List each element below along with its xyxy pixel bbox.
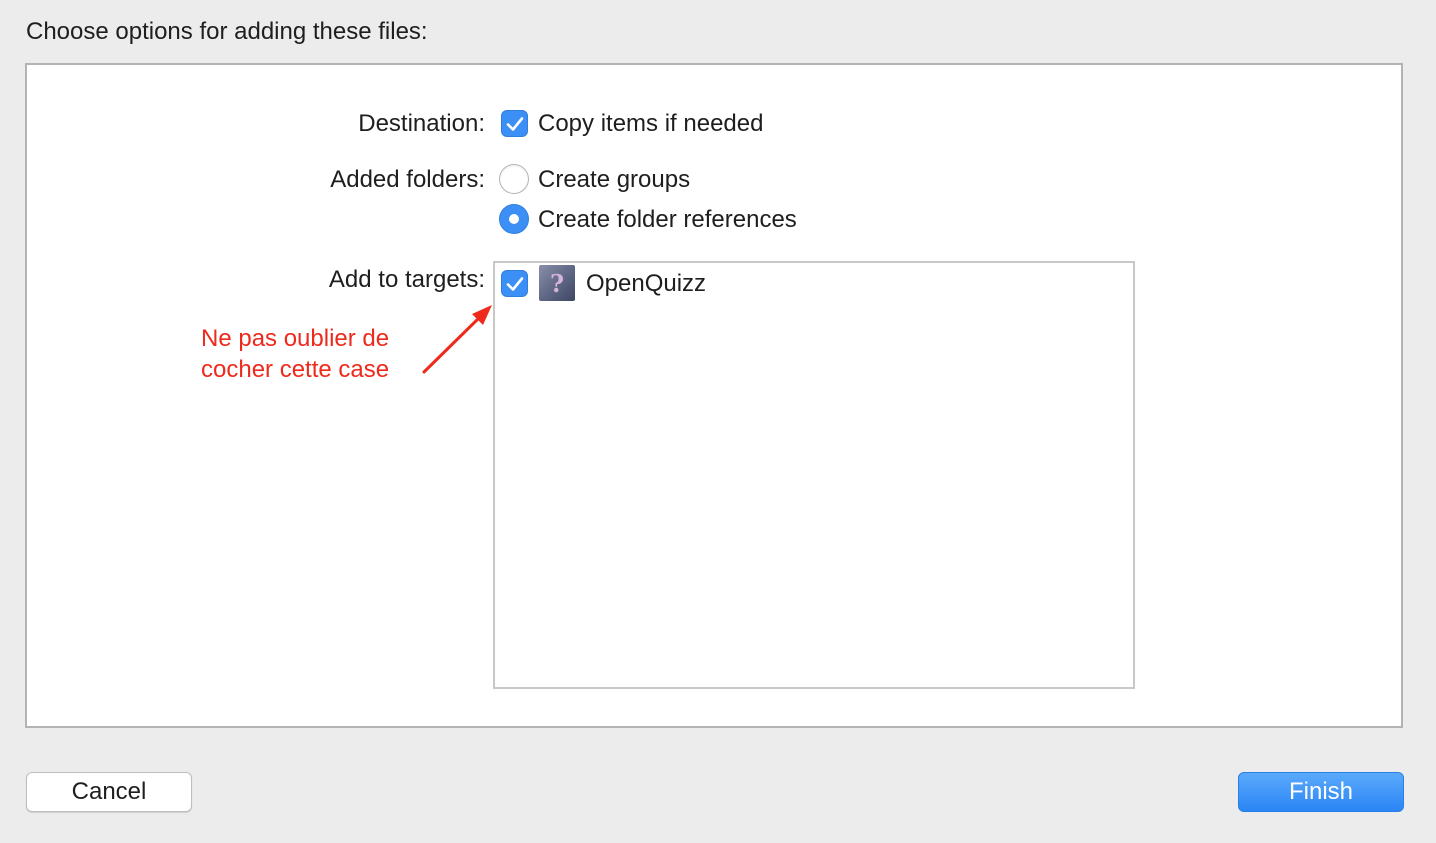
radio-selected-dot bbox=[509, 214, 519, 224]
app-question-mark-icon: ? bbox=[539, 265, 575, 301]
add-to-targets-label: Add to targets: bbox=[328, 266, 485, 293]
finish-button[interactable]: Finish bbox=[1238, 772, 1404, 812]
checkmark-icon bbox=[506, 276, 523, 291]
annotation-line-1: Ne pas oublier de bbox=[201, 325, 390, 352]
create-folder-references-label[interactable]: Create folder references bbox=[538, 205, 797, 235]
targets-list[interactable] bbox=[493, 261, 1135, 689]
target-openquizz-checkbox[interactable] bbox=[501, 270, 528, 297]
added-folders-label: Added folders: bbox=[330, 166, 485, 193]
copy-items-label[interactable]: Copy items if needed bbox=[538, 109, 763, 139]
create-groups-radio[interactable] bbox=[499, 164, 529, 194]
create-groups-label[interactable]: Create groups bbox=[538, 165, 690, 195]
checkmark-icon bbox=[506, 116, 523, 131]
dialog-title: Choose options for adding these files: bbox=[26, 18, 428, 45]
target-openquizz-label[interactable]: OpenQuizz bbox=[586, 269, 706, 299]
cancel-button[interactable]: Cancel bbox=[26, 772, 192, 812]
annotation-text: Ne pas oublier de cocher cette case bbox=[201, 323, 389, 385]
create-folder-references-radio[interactable] bbox=[499, 204, 529, 234]
annotation-line-2: cocher cette case bbox=[201, 356, 390, 383]
copy-items-checkbox[interactable] bbox=[501, 110, 528, 137]
destination-label: Destination: bbox=[358, 110, 485, 137]
